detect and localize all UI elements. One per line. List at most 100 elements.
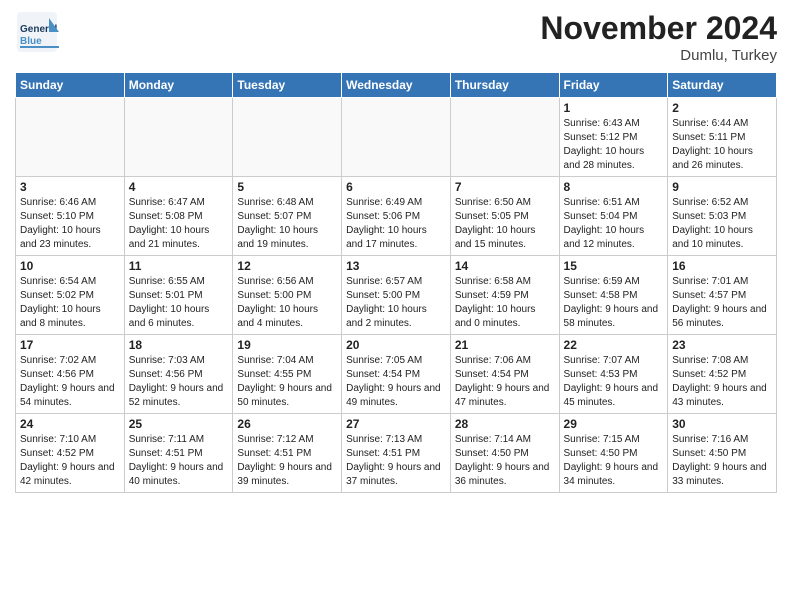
day-number: 9	[672, 180, 772, 194]
day-info: Sunrise: 6:44 AMSunset: 5:11 PMDaylight:…	[672, 117, 772, 173]
day-info: Sunrise: 6:54 AMSunset: 5:02 PMDaylight:…	[20, 275, 120, 331]
calendar-cell: 10 Sunrise: 6:54 AMSunset: 5:02 PMDayligh…	[16, 256, 125, 335]
day-info: Sunrise: 7:11 AMSunset: 4:51 PMDaylight:…	[129, 433, 229, 489]
day-number: 30	[672, 417, 772, 431]
day-number: 19	[237, 338, 337, 352]
calendar-cell	[450, 98, 559, 177]
calendar-cell: 7 Sunrise: 6:50 AMSunset: 5:05 PMDaylight…	[450, 177, 559, 256]
calendar-cell: 11 Sunrise: 6:55 AMSunset: 5:01 PMDayligh…	[124, 256, 233, 335]
day-info: Sunrise: 7:15 AMSunset: 4:50 PMDaylight:…	[564, 433, 664, 489]
day-number: 11	[129, 259, 229, 273]
calendar-cell: 1 Sunrise: 6:43 AMSunset: 5:12 PMDaylight…	[559, 98, 668, 177]
col-saturday: Saturday	[668, 73, 777, 98]
day-number: 13	[346, 259, 446, 273]
svg-text:Blue: Blue	[20, 36, 42, 47]
col-thursday: Thursday	[450, 73, 559, 98]
day-number: 24	[20, 417, 120, 431]
logo: General Blue	[15, 10, 65, 59]
day-info: Sunrise: 6:47 AMSunset: 5:08 PMDaylight:…	[129, 196, 229, 252]
day-info: Sunrise: 6:48 AMSunset: 5:07 PMDaylight:…	[237, 196, 337, 252]
calendar-week-row: 24Sunrise: 7:10 AMSunset: 4:52 PMDayligh…	[16, 414, 777, 493]
calendar-header-row: Sunday Monday Tuesday Wednesday Thursday…	[16, 73, 777, 98]
calendar-cell: 25 Sunrise: 7:11 AMSunset: 4:51 PMDayligh…	[124, 414, 233, 493]
calendar-cell: 21 Sunrise: 7:06 AMSunset: 4:54 PMDayligh…	[450, 335, 559, 414]
day-number: 7	[455, 180, 555, 194]
calendar-cell: 3 Sunrise: 6:46 AMSunset: 5:10 PMDaylight…	[16, 177, 125, 256]
day-info: Sunrise: 7:16 AMSunset: 4:50 PMDaylight:…	[672, 433, 772, 489]
calendar-cell: 18 Sunrise: 7:03 AMSunset: 4:56 PMDayligh…	[124, 335, 233, 414]
day-info: Sunrise: 6:59 AMSunset: 4:58 PMDaylight:…	[564, 275, 664, 331]
calendar-cell: 22 Sunrise: 7:07 AMSunset: 4:53 PMDayligh…	[559, 335, 668, 414]
calendar-week-row: 17Sunrise: 7:02 AMSunset: 4:56 PMDayligh…	[16, 335, 777, 414]
day-number: 14	[455, 259, 555, 273]
day-info: Sunrise: 7:03 AMSunset: 4:56 PMDaylight:…	[129, 354, 229, 410]
header: General Blue November 2024 Dumlu, Turkey	[15, 10, 777, 64]
calendar-week-row: 10 Sunrise: 6:54 AMSunset: 5:02 PMDayligh…	[16, 256, 777, 335]
calendar-week-row: 3 Sunrise: 6:46 AMSunset: 5:10 PMDaylight…	[16, 177, 777, 256]
day-number: 3	[20, 180, 120, 194]
day-info: Sunrise: 6:43 AMSunset: 5:12 PMDaylight:…	[564, 117, 664, 173]
day-number: 15	[564, 259, 664, 273]
calendar-cell: 30 Sunrise: 7:16 AMSunset: 4:50 PMDayligh…	[668, 414, 777, 493]
day-number: 8	[564, 180, 664, 194]
day-info: Sunrise: 7:08 AMSunset: 4:52 PMDaylight:…	[672, 354, 772, 410]
day-info: Sunrise: 7:04 AMSunset: 4:55 PMDaylight:…	[237, 354, 337, 410]
calendar-cell: 9 Sunrise: 6:52 AMSunset: 5:03 PMDaylight…	[668, 177, 777, 256]
calendar-cell: 5 Sunrise: 6:48 AMSunset: 5:07 PMDaylight…	[233, 177, 342, 256]
day-number: 27	[346, 417, 446, 431]
day-number: 17	[20, 338, 120, 352]
day-number: 18	[129, 338, 229, 352]
calendar-cell: 27 Sunrise: 7:13 AMSunset: 4:51 PMDayligh…	[342, 414, 451, 493]
day-info: Sunrise: 7:12 AMSunset: 4:51 PMDaylight:…	[237, 433, 337, 489]
day-info: Sunrise: 6:50 AMSunset: 5:05 PMDaylight:…	[455, 196, 555, 252]
day-number: 20	[346, 338, 446, 352]
day-info: Sunrise: 6:55 AMSunset: 5:01 PMDaylight:…	[129, 275, 229, 331]
calendar-cell: 8 Sunrise: 6:51 AMSunset: 5:04 PMDaylight…	[559, 177, 668, 256]
calendar-cell: 12Sunrise: 6:56 AMSunset: 5:00 PMDayligh…	[233, 256, 342, 335]
day-info: Sunrise: 7:07 AMSunset: 4:53 PMDaylight:…	[564, 354, 664, 410]
day-number: 21	[455, 338, 555, 352]
day-info: Sunrise: 7:06 AMSunset: 4:54 PMDaylight:…	[455, 354, 555, 410]
day-info: Sunrise: 6:52 AMSunset: 5:03 PMDaylight:…	[672, 196, 772, 252]
day-number: 22	[564, 338, 664, 352]
day-number: 1	[564, 101, 664, 115]
calendar-cell: 17Sunrise: 7:02 AMSunset: 4:56 PMDayligh…	[16, 335, 125, 414]
calendar-week-row: 1 Sunrise: 6:43 AMSunset: 5:12 PMDaylight…	[16, 98, 777, 177]
day-number: 26	[237, 417, 337, 431]
calendar-cell	[16, 98, 125, 177]
calendar-cell: 6Sunrise: 6:49 AMSunset: 5:06 PMDaylight…	[342, 177, 451, 256]
day-number: 2	[672, 101, 772, 115]
col-sunday: Sunday	[16, 73, 125, 98]
calendar-cell: 28Sunrise: 7:14 AMSunset: 4:50 PMDayligh…	[450, 414, 559, 493]
day-number: 16	[672, 259, 772, 273]
col-monday: Monday	[124, 73, 233, 98]
day-info: Sunrise: 6:46 AMSunset: 5:10 PMDaylight:…	[20, 196, 120, 252]
day-number: 25	[129, 417, 229, 431]
calendar-cell: 16 Sunrise: 7:01 AMSunset: 4:57 PMDayligh…	[668, 256, 777, 335]
day-number: 4	[129, 180, 229, 194]
month-title: November 2024	[540, 10, 777, 47]
day-number: 5	[237, 180, 337, 194]
calendar-cell: 26 Sunrise: 7:12 AMSunset: 4:51 PMDayligh…	[233, 414, 342, 493]
title-section: November 2024 Dumlu, Turkey	[540, 10, 777, 64]
calendar-cell	[342, 98, 451, 177]
day-number: 10	[20, 259, 120, 273]
day-info: Sunrise: 6:58 AMSunset: 4:59 PMDaylight:…	[455, 275, 555, 331]
logo-icon: General Blue	[15, 10, 59, 54]
calendar-cell: 14 Sunrise: 6:58 AMSunset: 4:59 PMDayligh…	[450, 256, 559, 335]
col-friday: Friday	[559, 73, 668, 98]
day-number: 23	[672, 338, 772, 352]
calendar-cell: 2 Sunrise: 6:44 AMSunset: 5:11 PMDaylight…	[668, 98, 777, 177]
day-info: Sunrise: 7:01 AMSunset: 4:57 PMDaylight:…	[672, 275, 772, 331]
day-number: 28	[455, 417, 555, 431]
calendar-cell	[124, 98, 233, 177]
day-info: Sunrise: 7:13 AMSunset: 4:51 PMDaylight:…	[346, 433, 446, 489]
day-info: Sunrise: 6:51 AMSunset: 5:04 PMDaylight:…	[564, 196, 664, 252]
calendar-cell: 13 Sunrise: 6:57 AMSunset: 5:00 PMDayligh…	[342, 256, 451, 335]
day-number: 29	[564, 417, 664, 431]
day-info: Sunrise: 6:57 AMSunset: 5:00 PMDaylight:…	[346, 275, 446, 331]
day-number: 12	[237, 259, 337, 273]
calendar-cell: 24Sunrise: 7:10 AMSunset: 4:52 PMDayligh…	[16, 414, 125, 493]
calendar-table: Sunday Monday Tuesday Wednesday Thursday…	[15, 72, 777, 493]
page: General Blue November 2024 Dumlu, Turkey…	[0, 0, 792, 612]
